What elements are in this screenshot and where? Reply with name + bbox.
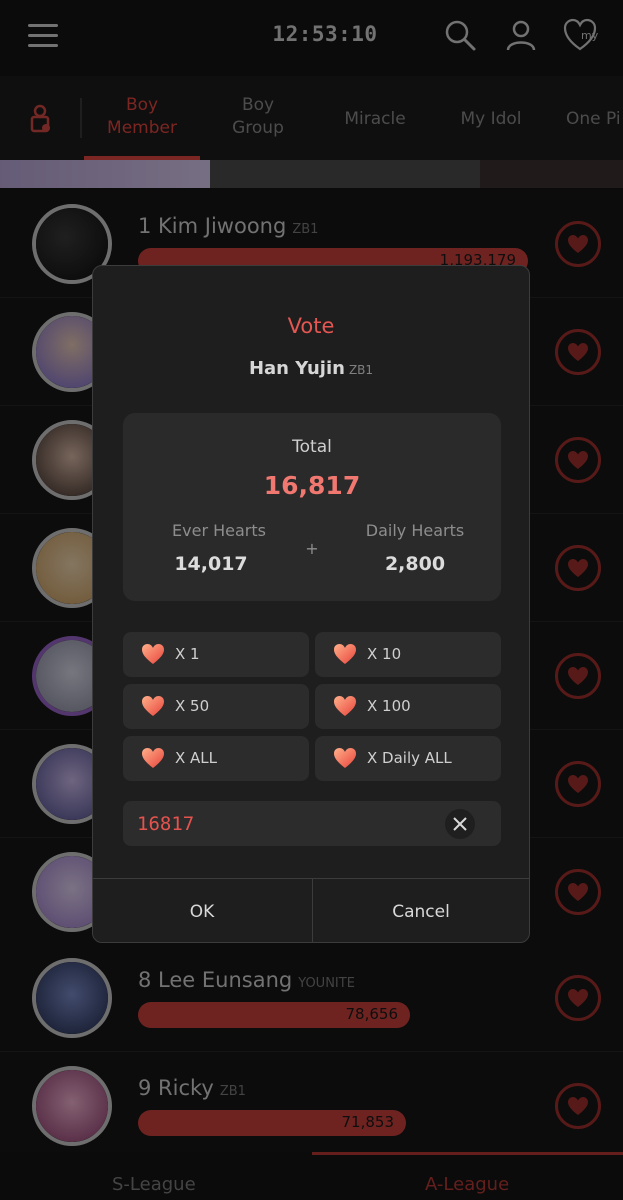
heart-icon [142,644,164,664]
multiplier-label: X 1 [175,645,200,663]
close-icon[interactable] [445,809,475,839]
heart-icon [334,644,356,664]
multiplier-x100-button[interactable]: X 100 [315,684,501,729]
heart-icon [142,696,164,716]
total-label: Total [292,437,332,457]
ok-button[interactable]: OK [93,879,311,942]
heart-icon [334,696,356,716]
dialog-actions: OK Cancel [93,878,529,942]
idol-name: Han Yujin ZB1 [93,358,529,379]
multiplier-label: X 50 [175,697,210,715]
cancel-button[interactable]: Cancel [312,879,529,942]
multiplier-label: X ALL [175,749,218,767]
multiplier-label: X 10 [367,645,402,663]
multiplier-x10-button[interactable]: X 10 [315,632,501,677]
daily-hearts-value: 2,800 [384,553,446,575]
vote-dialog: Vote Han Yujin ZB1 Total 16,817 Ever Hear… [92,265,530,943]
multiplier-x50-button[interactable]: X 50 [123,684,309,729]
app-screen: 12:53:10 my Boy Member Boy Group Miracle… [0,0,623,1200]
heart-icon [142,748,164,768]
multiplier-daily-all-button[interactable]: X Daily ALL [315,736,501,781]
daily-hearts-label: Daily Hearts [365,521,465,540]
multiplier-label: X Daily ALL [367,749,452,767]
plus-sign: + [305,539,319,558]
ever-hearts-value: 14,017 [174,553,248,575]
heart-icon [334,748,356,768]
multiplier-x1-button[interactable]: X 1 [123,632,309,677]
dialog-title: Vote [287,314,335,338]
multiplier-label: X 100 [367,697,411,715]
hearts-summary: Total 16,817 Ever Hearts 14,017 + Daily … [123,413,501,601]
idol-name-text: Han Yujin [248,358,345,379]
idol-group-tag: ZB1 [348,363,374,377]
multiplier-all-button[interactable]: X ALL [123,736,309,781]
ever-hearts-label: Ever Hearts [172,521,266,540]
total-value: 16,817 [263,471,361,500]
